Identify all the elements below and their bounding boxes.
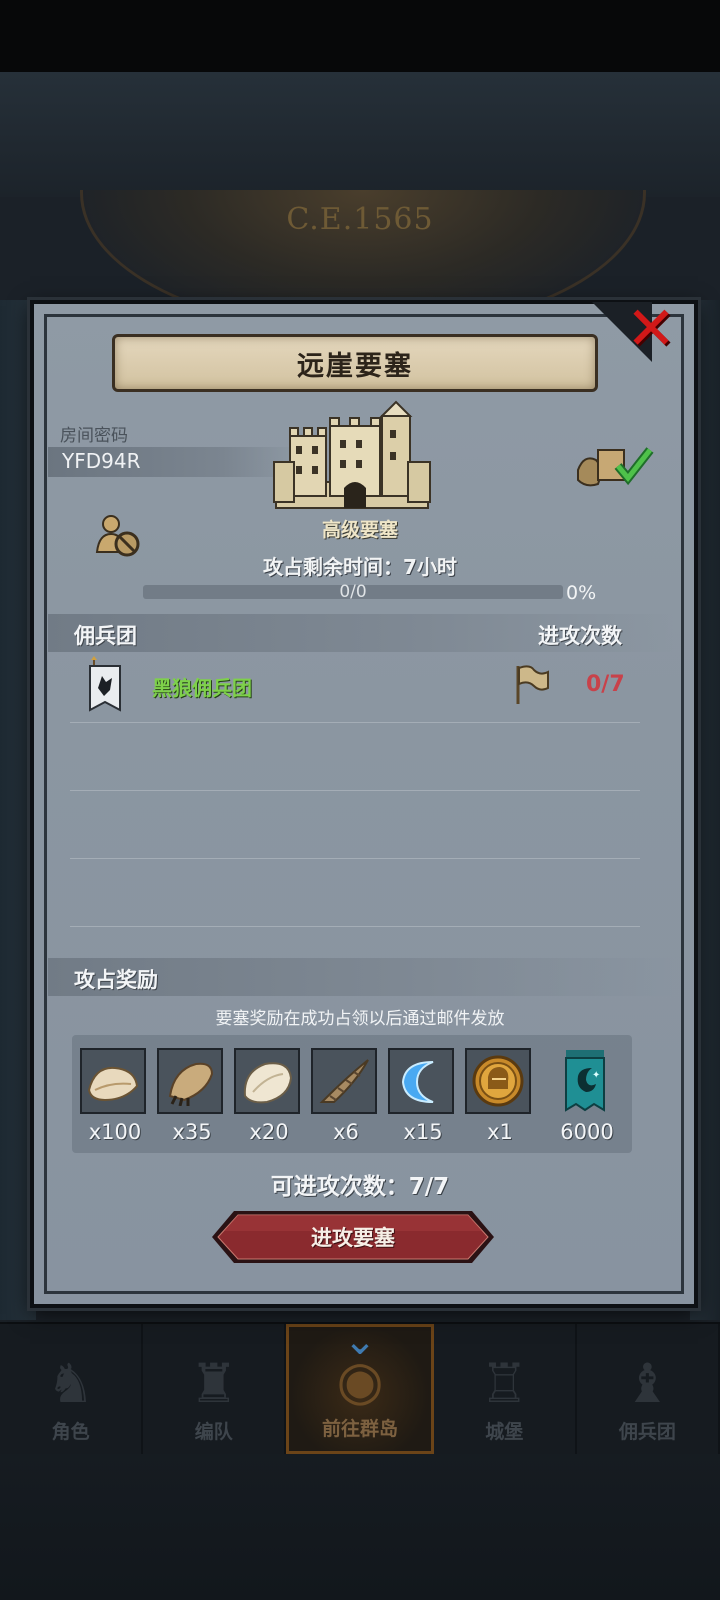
knight-helmet-icon: ♞	[46, 1352, 95, 1415]
close-button[interactable]: ✕	[622, 294, 680, 364]
reward-header: 攻占奖励	[74, 968, 158, 992]
nav-label: 编队	[194, 1421, 233, 1443]
title-plate: 远崖要塞	[112, 334, 598, 392]
armored-knight-icon: ♜	[189, 1352, 239, 1415]
reward-qty: 6000	[560, 1120, 614, 1144]
reward-qty: x20	[249, 1120, 289, 1144]
claw-icon	[157, 1048, 223, 1114]
no-entry-user-icon[interactable]	[95, 512, 141, 558]
attack-fortress-label: 进攻要塞	[311, 1226, 395, 1250]
reward-qty: x35	[172, 1120, 212, 1144]
nav-formation[interactable]: ♜ 编队	[143, 1324, 287, 1454]
progress-percent: 0%	[566, 582, 597, 604]
close-icon: ✕	[625, 294, 677, 364]
remaining-attempts: 可进攻次数：7/7	[270, 1174, 450, 1200]
castle-icon: ♖	[480, 1352, 529, 1415]
row-divider	[70, 858, 640, 859]
row-divider	[70, 926, 640, 927]
nav-castle[interactable]: ♖ 城堡	[434, 1324, 577, 1454]
dialog-title: 远崖要塞	[297, 350, 413, 382]
row-divider	[70, 722, 640, 723]
castle-icon	[270, 396, 434, 512]
reward-item[interactable]: x20	[234, 1048, 304, 1144]
reward-qty: x1	[487, 1120, 513, 1144]
nav-mercenary[interactable]: ♝ 佣兵团	[577, 1324, 720, 1454]
room-password-label: 房间密码	[60, 426, 128, 446]
nav-islands[interactable]: ⌄ ◉ 前往群岛	[286, 1318, 434, 1454]
nav-label: 前往群岛	[322, 1418, 399, 1440]
reward-item[interactable]: x15	[388, 1048, 458, 1144]
nav-label: 佣兵团	[618, 1421, 676, 1443]
nav-character[interactable]: ♞ 角色	[0, 1324, 144, 1454]
reward-qty: x6	[333, 1120, 359, 1144]
reward-qty: x15	[403, 1120, 443, 1144]
reward-item[interactable]: x6	[311, 1048, 381, 1144]
wolf-banner-icon	[88, 656, 122, 712]
row-divider	[70, 790, 640, 791]
attack-count: 0/7	[586, 672, 625, 697]
nav-label: 城堡	[485, 1421, 524, 1443]
reward-item[interactable]: ✦ 6000	[552, 1048, 622, 1144]
blue-crescent-icon	[388, 1048, 454, 1114]
svg-text:✦: ✦	[592, 1070, 600, 1081]
mercenary-name: 黑狼佣兵团	[152, 676, 252, 700]
reward-item[interactable]: x100	[80, 1048, 150, 1144]
guild-banner-icon: ✦	[552, 1048, 618, 1114]
reward-item[interactable]: x1	[465, 1048, 535, 1144]
progress-text: 0/0	[339, 582, 367, 602]
knight-coin-icon	[465, 1048, 531, 1114]
background-band	[0, 72, 720, 197]
reward-claimed-icon[interactable]	[574, 440, 654, 490]
attack-count-header: 进攻次数	[538, 624, 622, 648]
room-password[interactable]: YFD94R	[62, 449, 140, 473]
horn-icon	[311, 1048, 377, 1114]
mercenary-header: 佣兵团	[74, 624, 137, 648]
reward-qty: x100	[88, 1120, 142, 1144]
attack-fortress-button[interactable]: 进攻要塞	[212, 1209, 494, 1265]
white-fur-icon	[234, 1048, 300, 1114]
chevron-down-icon: ⌄	[343, 1318, 377, 1364]
banner-tower-icon: ♝	[623, 1352, 672, 1415]
status-bar	[0, 0, 720, 72]
year-label: C.E.1565	[286, 202, 434, 237]
fur-pelt-icon	[80, 1048, 146, 1114]
reward-item[interactable]: x35	[157, 1048, 227, 1144]
nav-label: 角色	[51, 1421, 90, 1443]
flag-icon	[512, 664, 552, 706]
reward-note: 要塞奖励在成功占领以后通过邮件发放	[215, 1009, 505, 1029]
list-item[interactable]: 黑狼佣兵团 0/7	[48, 648, 648, 720]
bottom-nav: ♞ 角色 ♜ 编队 ⌄ ◉ 前往群岛 ♖ 城堡 ♝ 佣兵团	[0, 1318, 720, 1454]
